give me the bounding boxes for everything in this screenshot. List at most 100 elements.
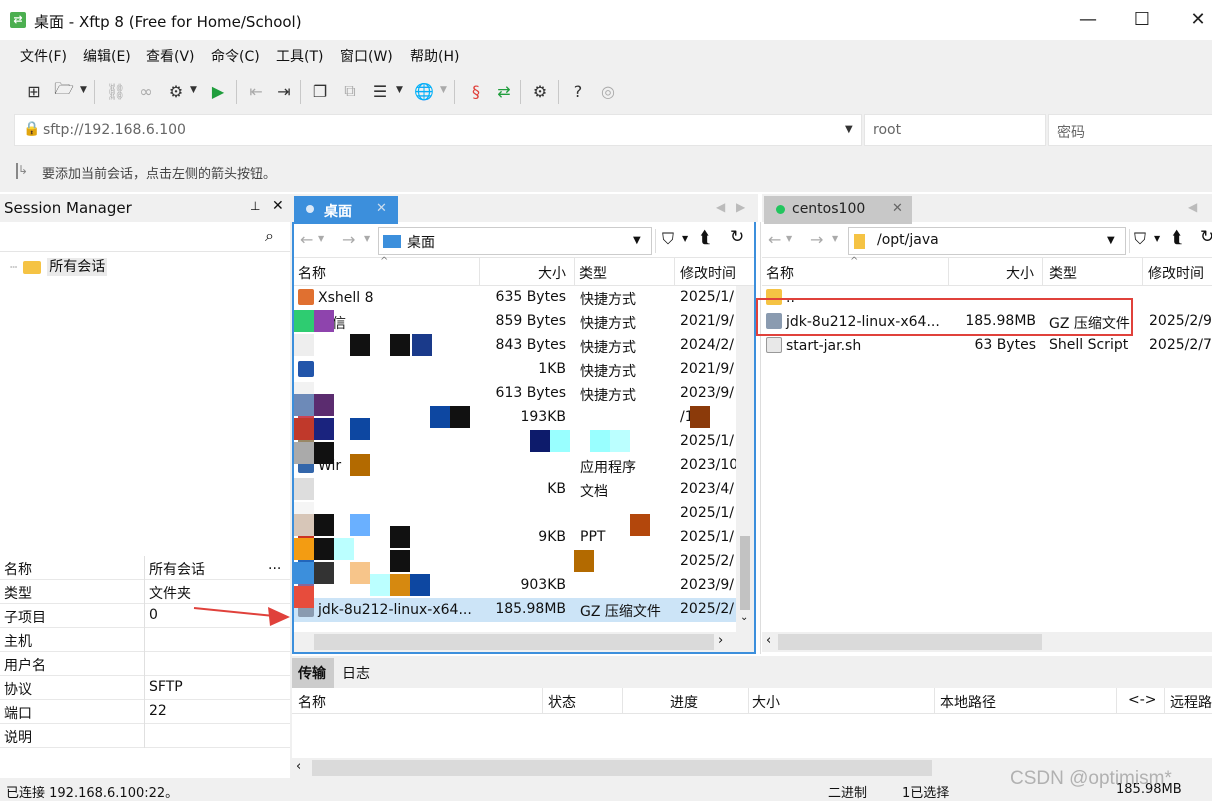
tab-scroll-left-icon[interactable]: ◀ bbox=[716, 200, 725, 214]
col-size[interactable]: 大小 bbox=[752, 692, 780, 712]
username-input[interactable]: root bbox=[873, 122, 901, 138]
chevron-down-icon[interactable]: ▼ bbox=[633, 235, 641, 246]
chevron-down-icon[interactable]: ▼ bbox=[1107, 235, 1115, 246]
right-path-input[interactable]: /opt/java bbox=[877, 232, 939, 248]
pin-icon[interactable]: ⊥ bbox=[250, 199, 260, 213]
chevron-down-icon[interactable]: ▼ bbox=[80, 85, 87, 95]
left-vertical-scrollbar[interactable]: ⌄ bbox=[736, 286, 754, 632]
col-type[interactable]: 类型 bbox=[579, 263, 607, 283]
col-name[interactable]: 名称 bbox=[298, 692, 326, 712]
table-row[interactable]: KB 文档 2023/4/ bbox=[294, 478, 736, 502]
chat-icon[interactable]: ◎ bbox=[596, 80, 620, 102]
tree-item-all-sessions[interactable]: ┄ 所有会话 bbox=[10, 256, 108, 278]
search-icon[interactable]: ⌕ bbox=[265, 226, 274, 246]
tab-scroll-right-icon[interactable]: ▶ bbox=[736, 200, 745, 214]
chevron-down-icon[interactable]: ▼ bbox=[364, 234, 370, 243]
open-folder-icon[interactable]: 🗁 bbox=[52, 79, 76, 102]
table-row[interactable]: jdk-8u212-linux-x64... 185.98MB GZ 压缩文件 202… bbox=[294, 598, 736, 622]
transfer-mode[interactable]: 二进制 bbox=[828, 782, 867, 801]
tab-log[interactable]: 日志 bbox=[342, 663, 370, 683]
scroll-thumb[interactable] bbox=[314, 634, 714, 650]
xftp-icon[interactable]: ⇄ bbox=[492, 80, 516, 102]
chevron-down-icon[interactable]: ▼ bbox=[845, 124, 853, 135]
tab-desktop[interactable]: 桌面 ✕ bbox=[294, 196, 398, 224]
scroll-right-icon[interactable]: › bbox=[718, 633, 723, 648]
help-icon[interactable]: ? bbox=[566, 80, 590, 102]
col-modified[interactable]: 修改时间 bbox=[680, 263, 736, 283]
close-button[interactable]: ✕ bbox=[1184, 8, 1212, 32]
scroll-thumb[interactable] bbox=[312, 760, 932, 776]
table-row[interactable]: Xshell 8 635 Bytes 快捷方式 2025/1/ bbox=[294, 286, 736, 310]
scroll-left-icon[interactable]: ‹ bbox=[296, 759, 301, 774]
tab-scroll-left-icon[interactable]: ◀ bbox=[1188, 200, 1197, 214]
copy-icon[interactable]: ❐ bbox=[308, 80, 332, 102]
globe-icon[interactable]: 🌐 bbox=[412, 80, 436, 102]
new-session-icon[interactable]: ⊞ bbox=[22, 80, 46, 102]
chevron-down-icon[interactable]: ▼ bbox=[190, 85, 197, 95]
menu-help[interactable]: 帮助(H) bbox=[410, 46, 459, 66]
tab-transfer[interactable]: 传输 bbox=[292, 658, 334, 688]
table-row[interactable]: 微信859 Bytes快捷方式2021/9/ bbox=[294, 310, 736, 334]
col-type[interactable]: 类型 bbox=[1049, 263, 1077, 283]
right-horizontal-scrollbar[interactable]: ‹ bbox=[762, 632, 1212, 652]
left-horizontal-scrollbar[interactable]: › bbox=[294, 632, 754, 652]
col-size[interactable]: 大小 bbox=[538, 263, 566, 283]
right-path-field[interactable]: /opt/java ▼ bbox=[848, 227, 1126, 255]
transfer-right-icon[interactable]: ⇥ bbox=[272, 80, 296, 102]
tab-close-icon[interactable]: ✕ bbox=[892, 201, 903, 216]
left-path-field[interactable]: 桌面 ▼ bbox=[378, 227, 652, 255]
col-remote-path[interactable]: 远程路 bbox=[1170, 692, 1212, 712]
col-progress[interactable]: 进度 bbox=[670, 692, 698, 712]
table-row[interactable]: 613 Bytes 快捷方式 2023/9/ bbox=[294, 382, 736, 406]
chevron-down-icon[interactable]: ▼ bbox=[682, 234, 688, 243]
left-path-input[interactable]: 桌面 bbox=[407, 232, 435, 252]
col-modified[interactable]: 修改时间 bbox=[1148, 263, 1204, 283]
chevron-down-icon[interactable]: ▼ bbox=[396, 85, 403, 95]
menu-edit[interactable]: 编辑(E) bbox=[83, 46, 131, 66]
add-session-arrow-icon[interactable]: ↳ bbox=[16, 163, 34, 179]
scroll-thumb[interactable] bbox=[740, 536, 750, 610]
forward-icon[interactable]: → bbox=[810, 230, 823, 249]
xshell-icon[interactable]: § bbox=[464, 80, 488, 102]
password-input[interactable]: 密码 bbox=[1057, 122, 1085, 142]
table-row[interactable]: 1KB 快捷方式 2021/9/ bbox=[294, 358, 736, 382]
username-field[interactable]: root bbox=[864, 114, 1046, 146]
col-name[interactable]: 名称 bbox=[298, 263, 326, 283]
tab-close-icon[interactable]: ✕ bbox=[376, 201, 387, 216]
refresh-icon[interactable]: ↻ bbox=[1200, 227, 1212, 247]
close-icon[interactable]: ✕ bbox=[272, 198, 284, 214]
maximize-button[interactable]: ☐ bbox=[1128, 8, 1156, 32]
session-search[interactable]: ⌕ bbox=[0, 222, 290, 252]
menu-view[interactable]: 查看(V) bbox=[146, 46, 195, 66]
menu-tools[interactable]: 工具(T) bbox=[276, 46, 323, 66]
table-row[interactable]: start-jar.sh 63 Bytes Shell Script 2025/2/7 bbox=[762, 334, 1212, 358]
back-icon[interactable]: ← bbox=[300, 230, 313, 249]
col-direction[interactable]: <-> bbox=[1128, 692, 1157, 708]
scroll-down-icon[interactable]: ⌄ bbox=[740, 612, 748, 623]
scroll-left-icon[interactable]: ‹ bbox=[766, 633, 771, 648]
menu-file[interactable]: 文件(F) bbox=[20, 46, 67, 66]
col-status[interactable]: 状态 bbox=[548, 692, 576, 712]
transfer-left-icon[interactable]: ⇤ bbox=[244, 80, 268, 102]
chevron-down-icon[interactable]: ▼ bbox=[440, 85, 447, 95]
password-field[interactable]: 密码 bbox=[1048, 114, 1212, 146]
host-field[interactable]: 🔒 sftp://192.168.6.100 ▼ bbox=[14, 114, 862, 146]
col-size[interactable]: 大小 bbox=[1006, 263, 1034, 283]
link-icon[interactable]: ∞ bbox=[134, 80, 158, 102]
parent-folder-icon[interactable]: ⮬ bbox=[700, 228, 710, 248]
forward-icon[interactable]: → bbox=[342, 230, 355, 249]
bookmark-icon[interactable]: ⛉ bbox=[1134, 229, 1146, 249]
bookmark-icon[interactable]: ⛉ bbox=[662, 229, 674, 249]
settings-icon[interactable]: ⚙ bbox=[528, 80, 552, 102]
chevron-down-icon[interactable]: ▼ bbox=[1154, 234, 1160, 243]
col-local-path[interactable]: 本地路径 bbox=[940, 692, 996, 712]
col-name[interactable]: 名称 bbox=[766, 263, 794, 283]
menu-command[interactable]: 命令(C) bbox=[211, 46, 260, 66]
host-input[interactable]: sftp://192.168.6.100 bbox=[43, 122, 186, 138]
properties-icon[interactable]: ⚙ bbox=[164, 80, 188, 102]
minimize-button[interactable]: — bbox=[1074, 8, 1102, 32]
chevron-down-icon[interactable]: ▼ bbox=[832, 234, 838, 243]
chevron-down-icon[interactable]: ▼ bbox=[786, 234, 792, 243]
sync-icon[interactable]: ⧉ bbox=[338, 80, 362, 102]
tab-centos100[interactable]: centos100 ✕ bbox=[764, 196, 912, 224]
